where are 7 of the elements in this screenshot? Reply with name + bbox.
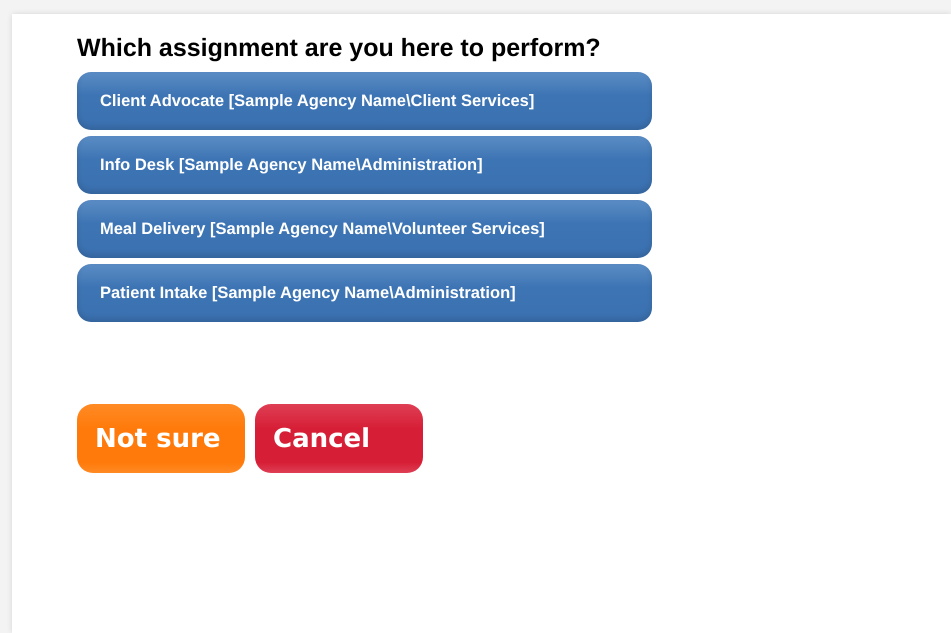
assignment-button[interactable]: Info Desk [Sample Agency Name\Administration] [77,136,652,194]
assignment-button[interactable]: Meal Delivery [Sample Agency Name\Volunteer Services] [77,200,652,258]
not-sure-button[interactable]: Not sure [77,404,245,473]
assignment-button[interactable]: Patient Intake [Sample Agency Name\Administration] [77,264,652,322]
question-heading: Which assignment are you here to perform? [77,33,602,64]
assignment-button[interactable]: Client Advocate [Sample Agency Name\Client Services] [77,72,652,130]
cancel-button[interactable]: Cancel [255,404,423,473]
